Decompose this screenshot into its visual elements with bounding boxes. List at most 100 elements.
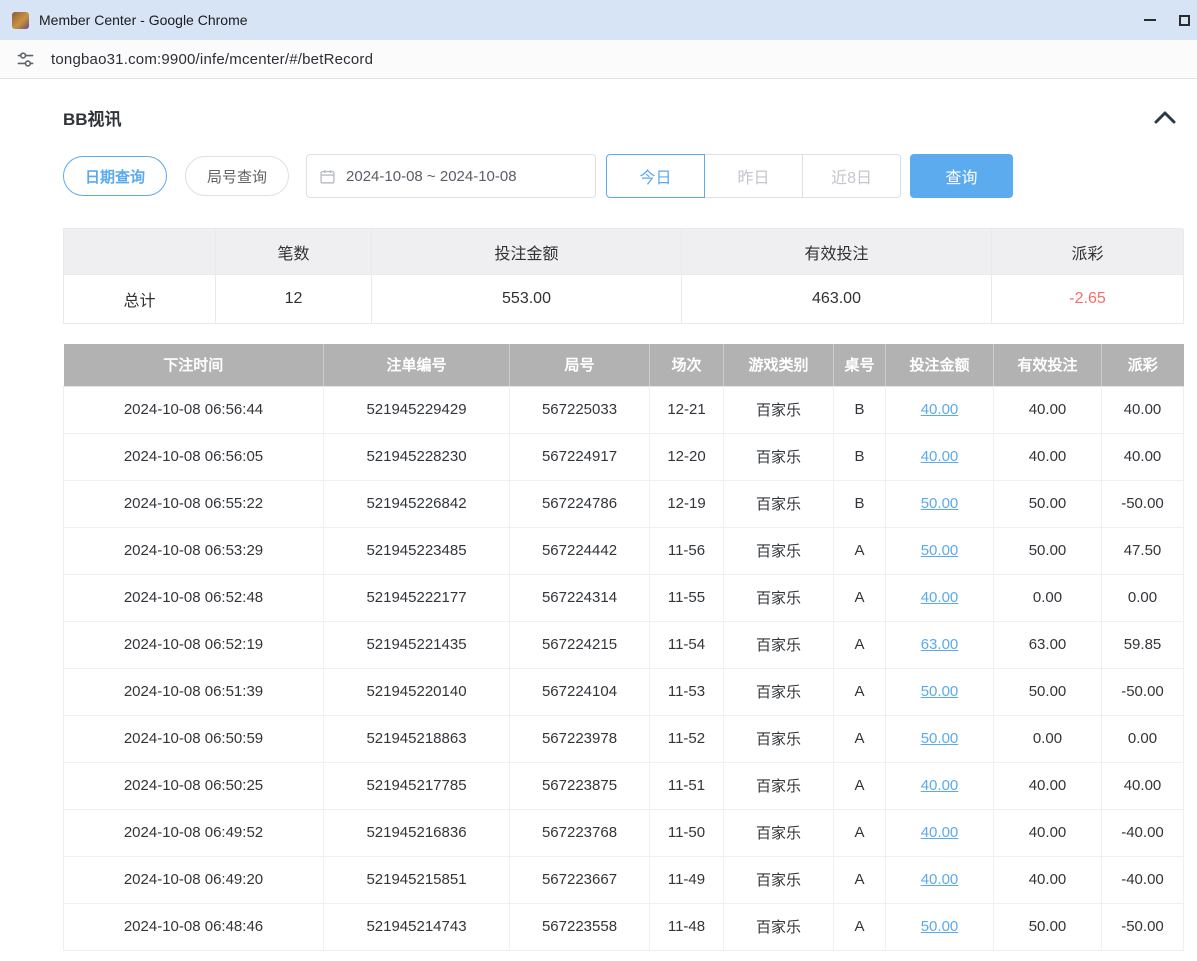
- bet-time-cell: 2024-10-08 06:53:29: [64, 527, 324, 574]
- site-settings-icon[interactable]: [16, 50, 35, 69]
- valid-bet-cell: 50.00: [994, 668, 1102, 715]
- bet-amount-link[interactable]: 40.00: [921, 589, 959, 606]
- url-text[interactable]: tongbao31.com:9900/infe/mcenter/#/betRec…: [51, 51, 373, 68]
- bet-amount-link[interactable]: 40.00: [921, 401, 959, 418]
- round-query-tab[interactable]: 局号查询: [185, 156, 289, 196]
- payout-cell: 0.00: [1102, 715, 1184, 762]
- window-titlebar: Member Center - Google Chrome: [0, 0, 1197, 40]
- search-button[interactable]: 查询: [910, 154, 1013, 198]
- payout-cell: 47.50: [1102, 527, 1184, 574]
- window-icon: [12, 12, 29, 29]
- page-content: BB视讯 日期查询 局号查询: [0, 79, 1197, 951]
- bet-id-cell: 521945214743: [324, 903, 510, 950]
- bet-amount-link[interactable]: 50.00: [921, 683, 959, 700]
- round-number-cell: 567224442: [510, 527, 650, 574]
- col-header-game-type: 游戏类别: [724, 344, 834, 386]
- bet-table-body: 2024-10-08 06:56:44 521945229429 5672250…: [64, 386, 1184, 950]
- yesterday-button[interactable]: 昨日: [704, 154, 803, 198]
- valid-bet-cell: 50.00: [994, 480, 1102, 527]
- session-cell: 11-49: [650, 856, 724, 903]
- valid-bet-cell: 40.00: [994, 762, 1102, 809]
- game-type-cell: 百家乐: [724, 480, 834, 527]
- bet-id-cell: 521945217785: [324, 762, 510, 809]
- last-8-days-button[interactable]: 近8日: [802, 154, 901, 198]
- bet-amount-link[interactable]: 40.00: [921, 824, 959, 841]
- summary-header-count: 笔数: [216, 229, 372, 275]
- col-header-table-number: 桌号: [834, 344, 886, 386]
- session-cell: 11-53: [650, 668, 724, 715]
- table-number-cell: A: [834, 809, 886, 856]
- valid-bet-cell: 40.00: [994, 386, 1102, 433]
- bet-record-table: 下注时间 注单编号 局号 场次 游戏类别 桌号 投注金额 有效投注 派彩 202…: [63, 344, 1184, 951]
- calendar-icon: [319, 168, 336, 185]
- table-number-cell: A: [834, 621, 886, 668]
- today-button[interactable]: 今日: [606, 154, 705, 198]
- game-type-cell: 百家乐: [724, 715, 834, 762]
- round-number-cell: 567224215: [510, 621, 650, 668]
- table-row: 2024-10-08 06:49:52 521945216836 5672237…: [64, 809, 1184, 856]
- valid-bet-cell: 0.00: [994, 574, 1102, 621]
- game-type-cell: 百家乐: [724, 668, 834, 715]
- bet-amount-link[interactable]: 50.00: [921, 542, 959, 559]
- bet-amount-cell: 50.00: [886, 715, 994, 762]
- valid-bet-cell: 40.00: [994, 433, 1102, 480]
- bet-amount-link[interactable]: 50.00: [921, 918, 959, 935]
- bet-id-cell: 521945215851: [324, 856, 510, 903]
- summary-payout-value: -2.65: [992, 275, 1184, 324]
- game-type-cell: 百家乐: [724, 809, 834, 856]
- bet-id-cell: 521945229429: [324, 386, 510, 433]
- date-range-value: 2024-10-08 ~ 2024-10-08: [346, 168, 517, 185]
- minimize-button[interactable]: [1127, 0, 1173, 40]
- bet-time-cell: 2024-10-08 06:48:46: [64, 903, 324, 950]
- filter-toolbar: 日期查询 局号查询 2024-10-08 ~ 2024-10-08 今日 昨日 …: [63, 154, 1183, 198]
- bet-amount-cell: 50.00: [886, 480, 994, 527]
- game-type-cell: 百家乐: [724, 574, 834, 621]
- bet-amount-cell: 40.00: [886, 856, 994, 903]
- bet-time-cell: 2024-10-08 06:51:39: [64, 668, 324, 715]
- table-number-cell: A: [834, 527, 886, 574]
- col-header-bet-time: 下注时间: [64, 344, 324, 386]
- session-cell: 12-21: [650, 386, 724, 433]
- payout-cell: -40.00: [1102, 856, 1184, 903]
- game-type-cell: 百家乐: [724, 903, 834, 950]
- maximize-icon: [1179, 15, 1190, 26]
- bet-amount-cell: 50.00: [886, 903, 994, 950]
- bet-amount-link[interactable]: 40.00: [921, 777, 959, 794]
- summary-count-value: 12: [216, 275, 372, 324]
- bet-amount-link[interactable]: 40.00: [921, 871, 959, 888]
- summary-bet-amount-value: 553.00: [372, 275, 682, 324]
- payout-cell: 59.85: [1102, 621, 1184, 668]
- date-query-tab[interactable]: 日期查询: [63, 156, 167, 196]
- bet-time-cell: 2024-10-08 06:50:25: [64, 762, 324, 809]
- bet-amount-cell: 40.00: [886, 433, 994, 480]
- table-number-cell: A: [834, 668, 886, 715]
- col-header-payout: 派彩: [1102, 344, 1184, 386]
- bet-id-cell: 521945223485: [324, 527, 510, 574]
- bet-amount-cell: 40.00: [886, 574, 994, 621]
- bet-amount-link[interactable]: 63.00: [921, 636, 959, 653]
- table-row: 2024-10-08 06:53:29 521945223485 5672244…: [64, 527, 1184, 574]
- table-row: 2024-10-08 06:52:48 521945222177 5672243…: [64, 574, 1184, 621]
- table-number-cell: B: [834, 386, 886, 433]
- session-cell: 11-55: [650, 574, 724, 621]
- game-type-cell: 百家乐: [724, 433, 834, 480]
- summary-header-payout: 派彩: [992, 229, 1184, 275]
- payout-cell: 40.00: [1102, 433, 1184, 480]
- bet-amount-cell: 40.00: [886, 809, 994, 856]
- bet-time-cell: 2024-10-08 06:56:44: [64, 386, 324, 433]
- session-cell: 12-20: [650, 433, 724, 480]
- maximize-button[interactable]: [1173, 0, 1197, 40]
- bet-id-cell: 521945222177: [324, 574, 510, 621]
- browser-urlbar: tongbao31.com:9900/infe/mcenter/#/betRec…: [0, 40, 1197, 79]
- game-type-cell: 百家乐: [724, 527, 834, 574]
- bet-time-cell: 2024-10-08 06:50:59: [64, 715, 324, 762]
- bet-amount-link[interactable]: 50.00: [921, 730, 959, 747]
- table-row: 2024-10-08 06:56:05 521945228230 5672249…: [64, 433, 1184, 480]
- col-header-session: 场次: [650, 344, 724, 386]
- payout-cell: 0.00: [1102, 574, 1184, 621]
- bet-amount-link[interactable]: 50.00: [921, 495, 959, 512]
- table-header-row: 下注时间 注单编号 局号 场次 游戏类别 桌号 投注金额 有效投注 派彩: [64, 344, 1184, 386]
- date-range-picker[interactable]: 2024-10-08 ~ 2024-10-08: [306, 154, 596, 198]
- section-collapse-button[interactable]: [1147, 108, 1183, 127]
- bet-amount-link[interactable]: 40.00: [921, 448, 959, 465]
